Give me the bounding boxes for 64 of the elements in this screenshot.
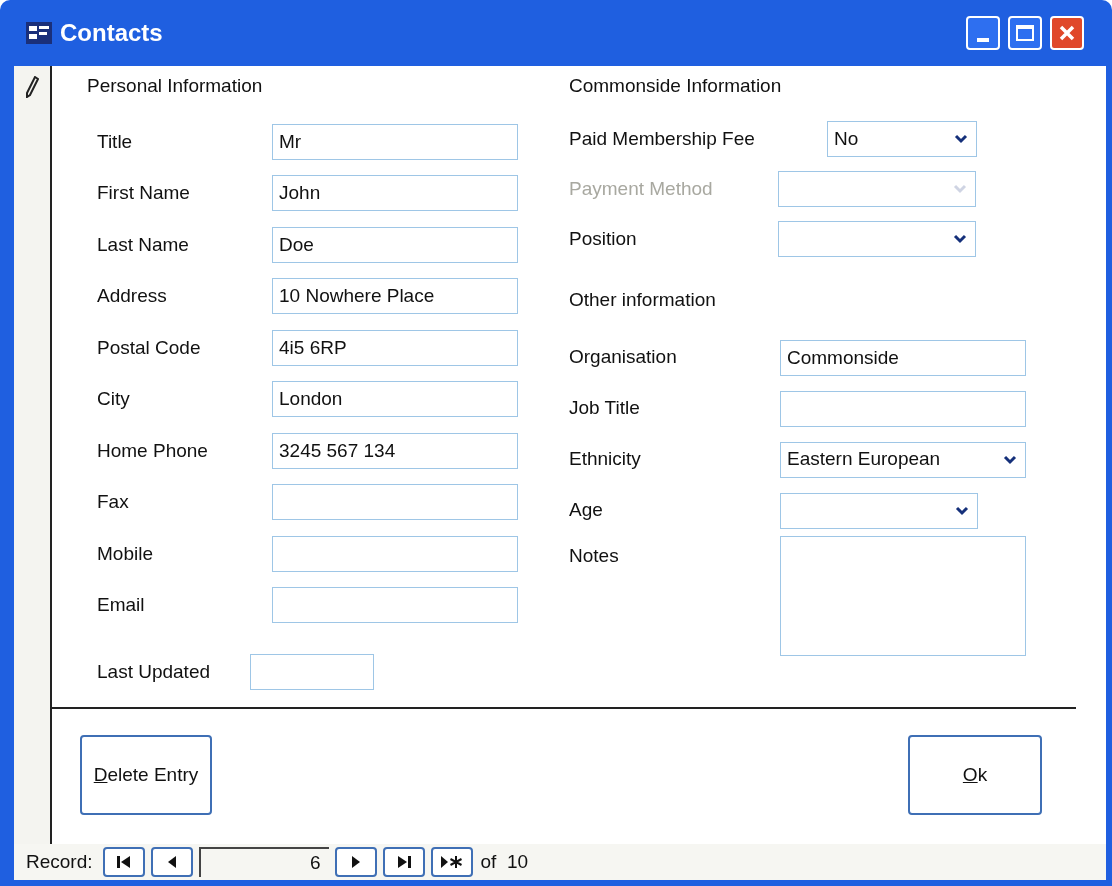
notes-field[interactable] (780, 536, 1026, 656)
maximize-button[interactable] (1008, 16, 1042, 50)
new-record-button[interactable] (430, 847, 473, 877)
input-field[interactable]: Commonside (780, 339, 1026, 376)
field-label: Notes (569, 544, 620, 568)
field-label: Title (97, 129, 134, 154)
field-label: Postal Code (97, 335, 202, 360)
field-label: Payment Method (569, 176, 714, 201)
input-field[interactable] (272, 587, 518, 624)
field-label: Home Phone (97, 438, 209, 463)
field-label: Job Title (569, 396, 641, 421)
dropdown-field[interactable]: Eastern European (780, 441, 1026, 478)
close-button[interactable] (1050, 16, 1084, 50)
delete-entry-button[interactable]: Delete Entry (80, 735, 212, 815)
field-label: Fax (97, 490, 130, 514)
dropdown-field[interactable] (778, 221, 976, 257)
next-record-button[interactable] (334, 847, 377, 877)
minimize-button[interactable] (966, 16, 1000, 50)
last-record-icon[interactable] (395, 855, 412, 869)
section-heading: Personal Information (87, 73, 263, 98)
field-label: City (97, 387, 131, 411)
field-label: Paid Membership Fee (569, 126, 756, 151)
input-field[interactable]: 4i5 6RP (272, 329, 518, 366)
previous-icon[interactable] (166, 855, 177, 869)
window-title: Contacts (60, 18, 164, 48)
section-heading: Commonside Information (569, 73, 782, 98)
field-label: Age (569, 498, 604, 523)
field-label: First Name (97, 181, 191, 205)
input-field[interactable]: 10 Nowhere Place (272, 278, 518, 315)
new-record-icon[interactable] (439, 855, 464, 869)
form-icon (26, 22, 52, 44)
dropdown-field[interactable] (780, 492, 978, 529)
field-label: Organisation (569, 345, 678, 370)
last-updated-field[interactable] (250, 654, 374, 690)
next-icon[interactable] (350, 855, 361, 869)
input-field[interactable]: Mr (272, 123, 518, 160)
dropdown-field[interactable] (778, 171, 976, 207)
input-field[interactable]: London (272, 381, 518, 418)
input-field[interactable]: John (272, 175, 518, 212)
field-label: Last Name (97, 232, 190, 257)
input-field[interactable]: 3245 567 134 (272, 432, 518, 469)
input-field[interactable] (780, 390, 1026, 427)
record-count: of 10 (480, 849, 529, 874)
dropdown-field[interactable]: No (827, 121, 977, 157)
input-field[interactable] (272, 535, 518, 572)
record-selector[interactable] (14, 66, 52, 844)
field-label: Position (569, 226, 638, 251)
section-heading: Other information (569, 287, 716, 312)
last-record-button[interactable] (382, 847, 425, 877)
field-label: Address (97, 284, 168, 308)
close-icon[interactable] (1058, 24, 1076, 42)
record-label: Record: (26, 849, 93, 874)
field-label: Mobile (97, 541, 154, 566)
first-record-icon[interactable] (115, 855, 132, 869)
pencil-icon (25, 76, 39, 98)
previous-record-button[interactable] (150, 847, 193, 877)
input-field[interactable] (272, 484, 518, 521)
input-field[interactable]: Doe (272, 226, 518, 263)
field-label: Last Updated (97, 659, 212, 684)
ok-button[interactable]: Ok (908, 735, 1042, 815)
field-label: Ethnicity (569, 447, 642, 472)
record-number-field[interactable]: 6 (198, 847, 329, 877)
field-label: Email (97, 593, 146, 617)
first-record-button[interactable] (102, 847, 145, 877)
